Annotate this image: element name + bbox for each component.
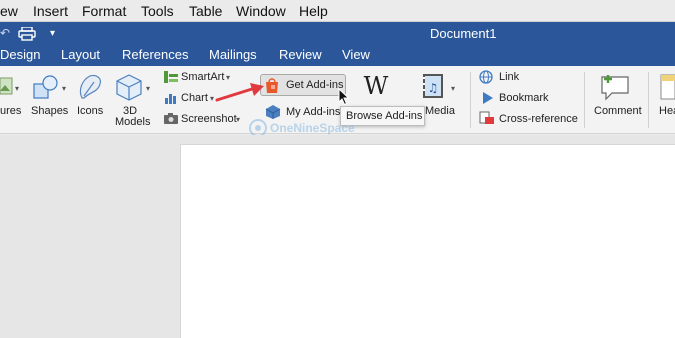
comment-label[interactable]: Comment: [594, 105, 642, 117]
3d-models-icon[interactable]: [114, 72, 144, 102]
customize-toolbar-icon[interactable]: ▾: [50, 28, 55, 39]
svg-text:♫: ♫: [428, 81, 439, 95]
header-label[interactable]: Hea: [659, 105, 675, 117]
chart-label[interactable]: Chart: [181, 92, 208, 104]
cross-reference-label[interactable]: Cross-reference: [499, 113, 578, 125]
undo-icon[interactable]: ↶: [0, 26, 10, 40]
ribbon-separator: [470, 72, 471, 128]
watermark-text: OneNineSpace: [270, 121, 355, 135]
ribbon-separator: [648, 72, 649, 128]
menu-format[interactable]: Format: [82, 3, 126, 19]
print-icon[interactable]: [18, 27, 36, 41]
pictures-icon[interactable]: [0, 76, 14, 98]
pictures-label: ures: [0, 105, 22, 117]
3d-models-label-2[interactable]: Models: [115, 116, 150, 128]
svg-text:W: W: [364, 74, 389, 98]
link-icon[interactable]: [479, 70, 495, 84]
ribbon-separator: [584, 72, 585, 128]
menu-tools[interactable]: Tools: [141, 3, 174, 19]
menu-insert[interactable]: Insert: [33, 3, 68, 19]
media-label[interactable]: Media: [425, 105, 455, 117]
media-icon[interactable]: ♫: [422, 72, 448, 102]
tab-layout[interactable]: Layout: [61, 47, 100, 62]
tab-view[interactable]: View: [342, 47, 370, 62]
get-add-ins-label[interactable]: Get Add-ins: [286, 79, 343, 91]
mouse-cursor-icon: [338, 88, 350, 106]
menubar: ew Insert Format Tools Table Window Help: [0, 0, 675, 22]
screenshot-caret-icon[interactable]: ▾: [236, 115, 240, 124]
icons-label[interactable]: Icons: [77, 105, 103, 117]
menu-table[interactable]: Table: [189, 3, 222, 19]
bookmark-icon[interactable]: [481, 91, 495, 105]
title-bar: [0, 22, 675, 66]
menu-view[interactable]: ew: [0, 3, 18, 19]
tab-mailings[interactable]: Mailings: [209, 47, 257, 62]
tab-review[interactable]: Review: [279, 47, 322, 62]
bookmark-label[interactable]: Bookmark: [499, 92, 549, 104]
shapes-label[interactable]: Shapes: [31, 105, 68, 117]
3d-models-caret-icon[interactable]: ▾: [146, 84, 150, 93]
media-caret-icon[interactable]: ▾: [451, 84, 455, 93]
smartart-icon[interactable]: [164, 71, 178, 83]
chart-icon[interactable]: [164, 92, 178, 104]
my-add-ins-label[interactable]: My Add-ins: [286, 106, 340, 118]
menu-help[interactable]: Help: [299, 3, 328, 19]
smartart-caret-icon[interactable]: ▾: [226, 73, 230, 82]
document-page[interactable]: [180, 144, 675, 338]
document-title: Document1: [430, 26, 497, 41]
menu-window[interactable]: Window: [236, 3, 286, 19]
add-ins-store-icon: [266, 78, 278, 93]
header-icon[interactable]: [660, 73, 675, 101]
screenshot-label[interactable]: Screenshot: [181, 113, 237, 125]
shapes-caret-icon[interactable]: ▾: [62, 84, 66, 93]
link-label[interactable]: Link: [499, 71, 519, 83]
icons-icon[interactable]: [76, 72, 104, 102]
wikipedia-icon[interactable]: W: [360, 74, 392, 98]
shapes-icon[interactable]: [32, 74, 60, 102]
cross-reference-icon[interactable]: [479, 111, 495, 125]
screenshot-icon[interactable]: [164, 113, 178, 125]
arrow-annotation-icon: [215, 83, 264, 102]
tab-design[interactable]: Design: [0, 47, 40, 62]
tab-references[interactable]: References: [122, 47, 188, 62]
pictures-caret-icon[interactable]: ▾: [15, 84, 19, 93]
comment-icon[interactable]: [600, 73, 630, 101]
